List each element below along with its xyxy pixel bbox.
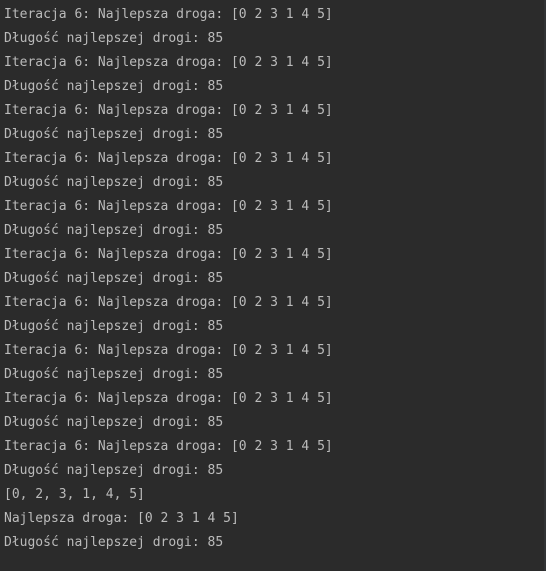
- console-line: Długość najlepszej drogi: 85: [4, 271, 224, 286]
- console-line: Najlepsza droga: [0 2 3 1 4 5]: [4, 511, 239, 526]
- console-line: Iteracja 6: Najlepsza droga: [0 2 3 1 4 …: [4, 343, 333, 358]
- console-line: Długość najlepszej drogi: 85: [4, 535, 224, 550]
- console-line: Długość najlepszej drogi: 85: [4, 463, 224, 478]
- console-line: Iteracja 6: Najlepsza droga: [0 2 3 1 4 …: [4, 7, 333, 22]
- console-line: Długość najlepszej drogi: 85: [4, 79, 224, 94]
- console-line: Długość najlepszej drogi: 85: [4, 223, 224, 238]
- console-line: Iteracja 6: Najlepsza droga: [0 2 3 1 4 …: [4, 391, 333, 406]
- console-line: Iteracja 6: Najlepsza droga: [0 2 3 1 4 …: [4, 151, 333, 166]
- console-line: Długość najlepszej drogi: 85: [4, 31, 224, 46]
- console-output[interactable]: Iteracja 6: Najlepsza droga: [0 2 3 1 4 …: [0, 0, 546, 571]
- console-line: Długość najlepszej drogi: 85: [4, 175, 224, 190]
- console-line: Iteracja 6: Najlepsza droga: [0 2 3 1 4 …: [4, 55, 333, 70]
- console-line: Iteracja 6: Najlepsza droga: [0 2 3 1 4 …: [4, 247, 333, 262]
- console-line: Długość najlepszej drogi: 85: [4, 127, 224, 142]
- console-line: Długość najlepszej drogi: 85: [4, 367, 224, 382]
- console-line: Długość najlepszej drogi: 85: [4, 319, 224, 334]
- console-line: Długość najlepszej drogi: 85: [4, 415, 224, 430]
- console-line: Iteracja 6: Najlepsza droga: [0 2 3 1 4 …: [4, 199, 333, 214]
- console-line: Iteracja 6: Najlepsza droga: [0 2 3 1 4 …: [4, 295, 333, 310]
- console-line: [0, 2, 3, 1, 4, 5]: [4, 487, 145, 502]
- console-line: Iteracja 6: Najlepsza droga: [0 2 3 1 4 …: [4, 439, 333, 454]
- console-line: Iteracja 6: Najlepsza droga: [0 2 3 1 4 …: [4, 103, 333, 118]
